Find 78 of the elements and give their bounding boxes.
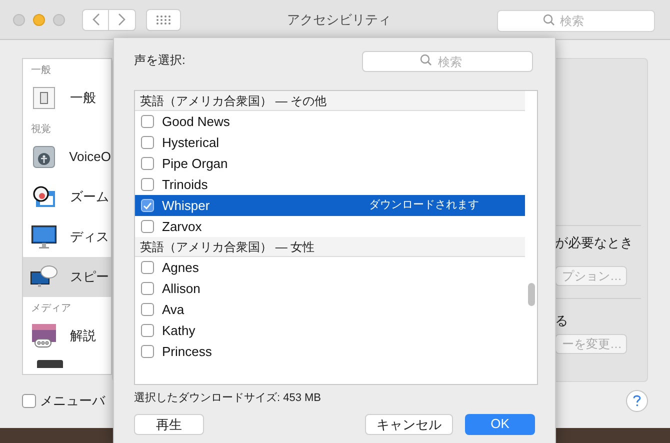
voice-name: Zarvox xyxy=(162,218,203,236)
checkbox[interactable] xyxy=(141,115,154,128)
checkbox[interactable] xyxy=(141,303,154,316)
switch-icon xyxy=(33,87,55,109)
play-button[interactable]: 再生 xyxy=(134,414,204,434)
sidebar-item[interactable]: 一般 xyxy=(23,78,111,118)
panel-text: る xyxy=(555,312,569,330)
caption-icon xyxy=(37,360,63,368)
voice-name: Good News xyxy=(162,112,231,131)
section-label: メディア xyxy=(31,302,71,316)
voice-name: Ava xyxy=(162,300,186,319)
back-button[interactable] xyxy=(82,8,109,30)
checkbox-label: メニューバ xyxy=(40,392,105,410)
search-field[interactable]: 検索 xyxy=(497,10,655,32)
voice-name: Allison xyxy=(162,280,202,298)
voice-row[interactable]: Allison xyxy=(135,278,525,299)
grid-icon xyxy=(156,14,171,24)
voice-name: Agnes xyxy=(162,258,200,277)
voice-name: Pipe Organ xyxy=(162,154,229,173)
checkbox[interactable] xyxy=(141,324,154,337)
voice-row[interactable]: Hysterical xyxy=(135,132,525,153)
minimize-button[interactable] xyxy=(33,14,45,26)
sidebar-item[interactable]: スピー xyxy=(23,257,111,297)
magnifier-icon xyxy=(32,185,56,209)
close-button[interactable] xyxy=(13,14,25,26)
group-header: 英語（アメリカ合衆国） — 女性 xyxy=(140,238,315,256)
voice-row[interactable]: Trinoids xyxy=(135,174,525,195)
sidebar-item[interactable]: 解説 xyxy=(23,316,111,356)
sidebar-item[interactable]: ズーム xyxy=(23,177,111,217)
download-size-text: 選択したダウンロードサイズ: 453 MB xyxy=(134,391,322,406)
monitor-icon xyxy=(31,225,57,249)
chevron-left-icon xyxy=(92,13,100,26)
ok-button[interactable]: OK xyxy=(465,414,535,434)
checkbox[interactable] xyxy=(141,136,154,149)
voice-row[interactable]: Ava xyxy=(135,299,525,320)
checkbox[interactable] xyxy=(141,220,154,233)
section-label: 一般 xyxy=(31,64,51,78)
search-icon xyxy=(420,54,432,66)
voice-row[interactable]: Whisper ダウンロードされます xyxy=(135,195,525,216)
group-header: 英語（アメリカ合衆国） — その他 xyxy=(140,92,327,110)
voice-name: Kathy xyxy=(162,322,196,340)
zoom-button[interactable] xyxy=(53,14,65,26)
help-button[interactable] xyxy=(626,390,648,412)
panel-text: が必要なとき xyxy=(555,234,634,252)
voice-row[interactable]: Pipe Organ xyxy=(135,153,525,174)
caption-icon xyxy=(31,323,57,349)
show-all-button[interactable] xyxy=(146,8,181,30)
speech-bubble-icon xyxy=(30,265,58,289)
checkbox[interactable] xyxy=(141,345,154,358)
voice-row[interactable]: Kathy xyxy=(135,320,525,341)
sidebar-item[interactable]: VoiceO xyxy=(23,137,111,177)
checkbox[interactable] xyxy=(141,199,154,212)
chevron-right-icon xyxy=(118,13,126,26)
voice-name: Whisper xyxy=(162,196,211,215)
search-icon xyxy=(543,14,555,26)
voice-name: Princess xyxy=(162,342,213,361)
status-text: ダウンロードされます xyxy=(369,198,479,214)
accessibility-icon xyxy=(32,146,55,168)
window-title: アクセシビリティ xyxy=(287,10,391,29)
search-field[interactable]: 検索 xyxy=(362,51,533,72)
voice-name: Trinoids xyxy=(162,176,209,194)
checkbox[interactable] xyxy=(141,178,154,191)
sidebar-item[interactable]: ディス xyxy=(23,217,111,257)
scrollbar-thumb[interactable] xyxy=(528,283,535,306)
voice-row[interactable]: Good News xyxy=(135,111,525,132)
checkbox[interactable] xyxy=(141,261,154,274)
section-label: 視覚 xyxy=(31,122,51,137)
question-mark-icon xyxy=(633,395,641,407)
checkbox[interactable] xyxy=(141,157,154,170)
voice-row[interactable]: Princess xyxy=(135,341,525,362)
cancel-button[interactable]: キャンセル xyxy=(365,414,453,434)
checkbox[interactable] xyxy=(141,282,154,295)
voice-name: Hysterical xyxy=(162,134,220,152)
voice-row[interactable]: Agnes xyxy=(135,257,525,278)
checkbox[interactable] xyxy=(22,394,36,408)
voice-row[interactable]: Zarvox xyxy=(135,216,525,237)
forward-button[interactable] xyxy=(109,8,136,30)
dialog-label: 声を選択: xyxy=(134,52,186,69)
